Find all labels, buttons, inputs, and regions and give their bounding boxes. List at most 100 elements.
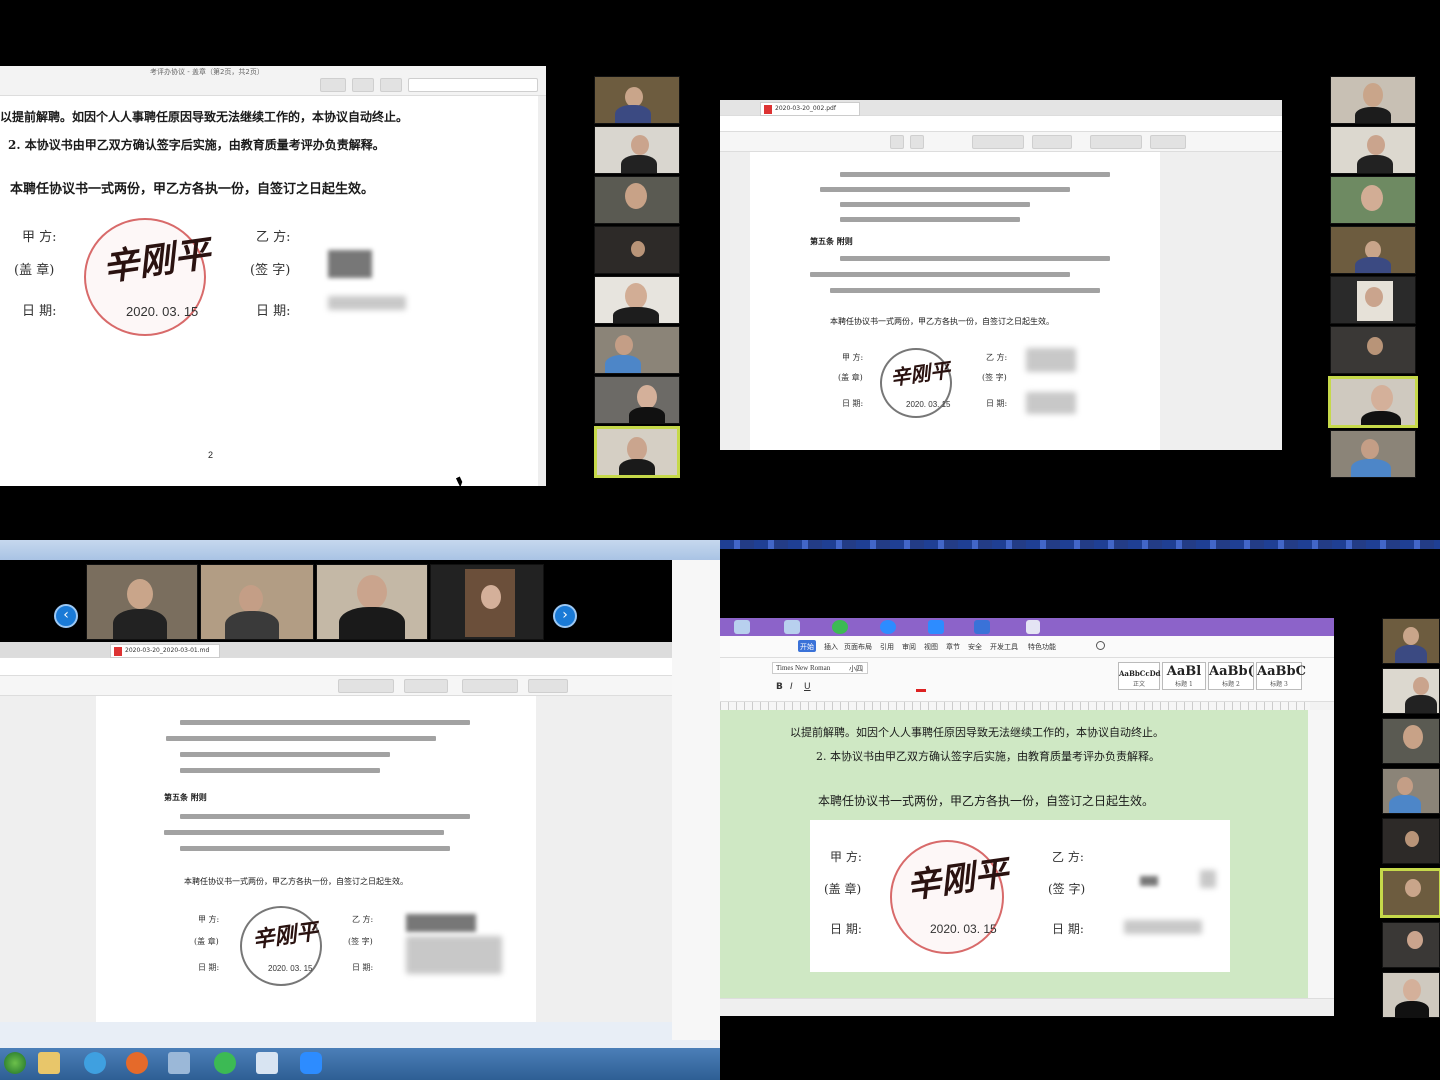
app-icon[interactable] — [880, 620, 896, 634]
participant-video[interactable] — [594, 226, 680, 274]
participant-video[interactable] — [200, 564, 314, 640]
participant-video-active-speaker[interactable] — [1328, 376, 1418, 428]
participant-face — [631, 135, 649, 155]
app-icon[interactable] — [1026, 620, 1040, 634]
search-input[interactable] — [408, 78, 538, 92]
participant-face — [127, 579, 153, 609]
participant-video[interactable] — [1330, 430, 1416, 478]
view-mode-button[interactable] — [1032, 135, 1072, 149]
participant-video[interactable] — [594, 326, 680, 374]
app-icon[interactable] — [734, 620, 750, 634]
app-icon[interactable] — [784, 620, 800, 634]
pdf-page: 第五条 附则 本聘任协议书一式两份，甲乙方各执一份，自签订之日起生效。 甲 方:… — [750, 152, 1160, 450]
participant-face — [1413, 677, 1429, 695]
signature: 辛刚平 — [250, 918, 320, 954]
participant-body — [1389, 795, 1421, 813]
menu-tab[interactable]: 审阅 — [902, 642, 916, 652]
menu-tab[interactable]: 安全 — [968, 642, 982, 652]
style-heading-2[interactable]: AaBb( 标题 2 — [1208, 662, 1254, 690]
participant-video[interactable] — [1382, 818, 1440, 864]
start-button[interactable] — [4, 1052, 26, 1074]
menu-tab[interactable]: 页面布局 — [844, 642, 872, 652]
ie-icon[interactable] — [84, 1052, 106, 1074]
participant-video[interactable] — [1382, 922, 1440, 968]
sign-date: 2020. 03. 15 — [906, 400, 951, 409]
menu-tab[interactable]: 插入 — [824, 642, 838, 652]
participant-video[interactable] — [1330, 76, 1416, 124]
participant-video-active-speaker[interactable] — [594, 426, 680, 478]
firefox-icon[interactable] — [126, 1052, 148, 1074]
browser-tab[interactable]: 2020-03-20_2020-03-01.md — [110, 644, 220, 658]
bold-button[interactable]: B — [776, 682, 783, 692]
app-icon[interactable] — [168, 1052, 190, 1074]
address-bar[interactable] — [0, 658, 672, 676]
refresh-icon[interactable] — [832, 620, 848, 634]
mail-icon[interactable] — [974, 620, 990, 634]
participant-video[interactable] — [1382, 972, 1440, 1018]
participant-video-active-speaker[interactable] — [1380, 868, 1440, 918]
participant-video[interactable] — [1382, 718, 1440, 764]
participant-video[interactable] — [594, 76, 680, 124]
participant-video[interactable] — [1382, 668, 1440, 714]
redacted-signature — [1026, 348, 1076, 372]
browser-window: 2020-03-20_2020-03-01.md 第五条 附则 本聘任协议书一式… — [0, 642, 672, 1022]
participant-body — [1357, 155, 1393, 173]
zoom-icon[interactable] — [300, 1052, 322, 1074]
participant-video[interactable] — [1330, 326, 1416, 374]
fit-page-button[interactable] — [338, 679, 394, 693]
toolbar-button[interactable] — [352, 78, 374, 92]
participant-video[interactable] — [594, 176, 680, 224]
participant-body — [1351, 459, 1391, 477]
home-icon[interactable] — [928, 620, 944, 634]
participant-face — [1361, 439, 1379, 459]
next-page-button[interactable]: › — [553, 604, 577, 628]
zoom-in-button[interactable] — [910, 135, 924, 149]
address-bar[interactable] — [720, 116, 1282, 132]
participant-video[interactable] — [86, 564, 198, 640]
participant-video[interactable] — [594, 126, 680, 174]
draw-button[interactable] — [528, 679, 568, 693]
font-name-select[interactable]: Times New Roman 小四 — [772, 662, 868, 674]
participant-video[interactable] — [594, 376, 680, 424]
toolbar-button[interactable] — [380, 78, 402, 92]
participant-video[interactable] — [1330, 126, 1416, 174]
underline-button[interactable]: U — [804, 682, 811, 692]
style-heading-3[interactable]: AaBbC 标题 3 — [1256, 662, 1306, 690]
view-mode-button[interactable] — [404, 679, 448, 693]
previous-page-button[interactable]: ‹ — [54, 604, 78, 628]
font-color-button[interactable] — [916, 682, 926, 692]
zoom-out-button[interactable] — [890, 135, 904, 149]
menu-tab[interactable]: 开始 — [800, 642, 814, 652]
read-aloud-button[interactable] — [462, 679, 518, 693]
menu-tab[interactable]: 引用 — [880, 642, 894, 652]
menu-tab[interactable]: 章节 — [946, 642, 960, 652]
participant-video[interactable] — [594, 276, 680, 324]
participant-face — [625, 283, 647, 309]
text-line — [820, 187, 1070, 192]
search-icon[interactable] — [1096, 641, 1105, 650]
fit-page-button[interactable] — [972, 135, 1024, 149]
participant-video[interactable] — [1330, 226, 1416, 274]
participant-video[interactable] — [1382, 768, 1440, 814]
calendar-icon[interactable] — [256, 1052, 278, 1074]
redacted-signature — [328, 250, 372, 278]
menu-tab[interactable]: 特色功能 — [1028, 642, 1056, 652]
menu-tab[interactable]: 视图 — [924, 642, 938, 652]
style-normal[interactable]: AaBbCcDd 正文 — [1118, 662, 1161, 690]
read-aloud-button[interactable] — [1090, 135, 1142, 149]
scrollbar[interactable] — [538, 96, 546, 486]
participant-video[interactable] — [1382, 618, 1440, 664]
participant-video[interactable] — [430, 564, 544, 640]
participant-video[interactable] — [316, 564, 428, 640]
wechat-icon[interactable] — [214, 1052, 236, 1074]
toolbar-button[interactable] — [320, 78, 346, 92]
participant-video[interactable] — [1330, 276, 1416, 324]
italic-button[interactable]: I — [790, 682, 793, 692]
browser-tab[interactable]: 2020-03-20_002.pdf — [760, 102, 860, 116]
draw-button[interactable] — [1150, 135, 1186, 149]
style-heading-1[interactable]: AaBl 标题 1 — [1162, 662, 1206, 690]
participant-face — [631, 241, 645, 257]
folder-icon[interactable] — [38, 1052, 60, 1074]
menu-tab[interactable]: 开发工具 — [990, 642, 1018, 652]
participant-video[interactable] — [1330, 176, 1416, 224]
